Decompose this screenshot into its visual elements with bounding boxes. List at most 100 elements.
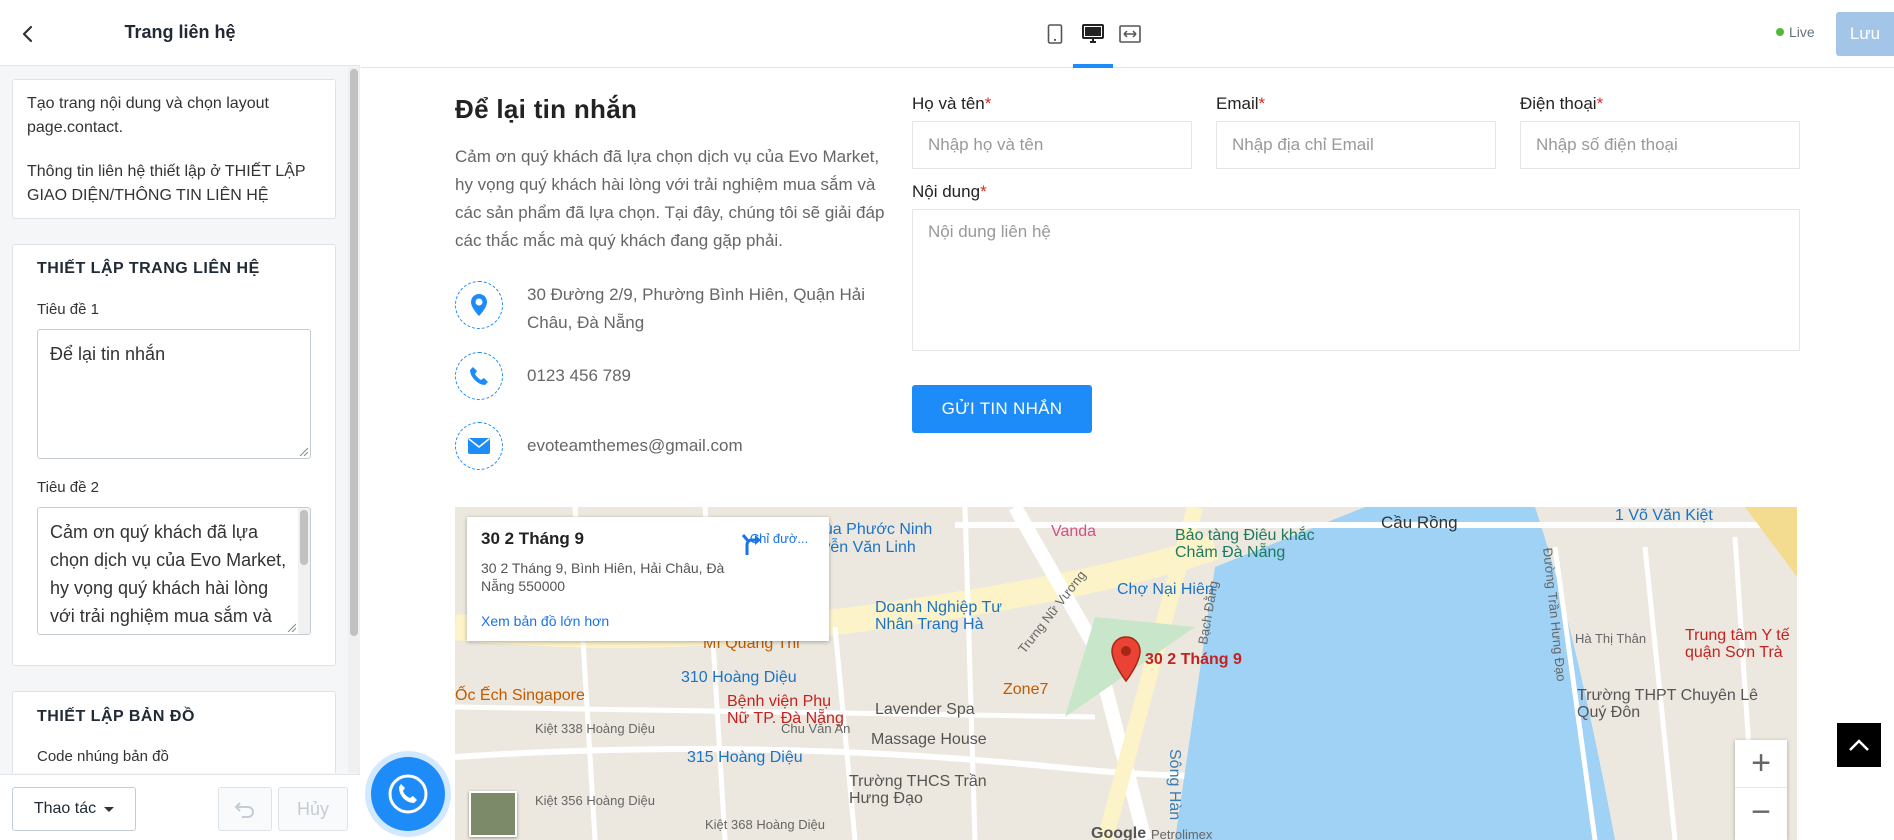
map-label-google: Google	[1091, 825, 1147, 840]
contact-address-row: 30 Đường 2/9, Phường Bình Hiên, Quận Hải…	[455, 281, 877, 337]
sidebar-scroll-area: Tạo trang nội dung và chọn layout page.c…	[0, 67, 346, 773]
map-label-kiet-338: Kiệt 338 Hoàng Diệu	[535, 721, 655, 736]
caret-down-icon	[104, 806, 115, 812]
sidebar-scroll-thumb[interactable]	[350, 69, 358, 636]
title2-label: Tiêu đề 2	[37, 479, 99, 496]
textarea-scroll-thumb[interactable]	[300, 510, 308, 565]
map-label-massage: Massage House	[871, 731, 987, 748]
map-place-card: 30 2 Tháng 9 30 2 Tháng 9, Bình Hiên, Hả…	[467, 517, 829, 641]
sidebar-footer: Thao tác Hủy	[0, 774, 360, 840]
send-message-button[interactable]: GỬI TIN NHẮN	[912, 385, 1092, 433]
map-label-315-hoang-dieu: 315 Hoàng Diệu	[687, 749, 803, 766]
device-desktop-button[interactable]	[1073, 0, 1113, 68]
map-label-museum: Bảo tàng Điêu khắc Chăm Đà Nẵng	[1175, 527, 1315, 561]
map-label-doanh-nghiep: Doanh Nghiệp Tư Nhân Trang Hà	[875, 599, 1002, 633]
map-place-title: 30 2 Tháng 9	[481, 529, 584, 548]
map-label-vanda: Vanda	[1051, 523, 1097, 540]
email-input[interactable]: Nhập địa chỉ Email	[1216, 121, 1496, 169]
message-label: Nội dung*	[912, 182, 987, 201]
map-label-310-hoang-dieu: 310 Hoàng Diệu	[681, 669, 797, 686]
map-directions-button[interactable]: Chỉ đườ...	[739, 531, 819, 555]
contact-settings-heading: THIẾT LẬP TRANG LIÊN HỆ	[37, 260, 260, 277]
map-larger-link[interactable]: Xem bản đồ lớn hơn	[481, 613, 609, 629]
map-satellite-toggle[interactable]	[469, 791, 517, 837]
map-zoom-control: + −	[1735, 740, 1787, 840]
map-label-song-han: Sông Hàn	[1166, 749, 1183, 821]
actions-label: Thao tác	[33, 800, 97, 817]
map-label-kiet-368: Kiệt 368 Hoàng Diệu	[705, 817, 825, 832]
note-text-1: Tạo trang nội dung và chọn layout page.c…	[27, 95, 269, 136]
undo-icon	[234, 802, 254, 818]
mobile-icon	[1047, 24, 1063, 44]
live-label: Live	[1789, 24, 1815, 40]
message-textarea[interactable]: Nội dung liên hệ	[912, 209, 1800, 351]
actions-dropdown-button[interactable]: Thao tác	[12, 787, 136, 831]
contact-settings-card: THIẾT LẬP TRANG LIÊN HỆ Tiêu đề 1 Để lại…	[12, 244, 336, 666]
fullwidth-icon	[1119, 25, 1141, 43]
contact-phone-row: 0123 456 789	[455, 352, 877, 400]
info-note-card: Tạo trang nội dung và chọn layout page.c…	[12, 79, 336, 219]
phone-label: Điện thoại*	[1520, 94, 1604, 113]
map-settings-card: THIẾT LẬP BẢN ĐỒ Code nhúng bản đồ	[12, 691, 336, 773]
device-mobile-button[interactable]	[1035, 0, 1075, 68]
map-label-zone7: Zone7	[1003, 681, 1049, 698]
title2-value: Cảm ơn quý khách đã lựa chọn dịch vụ của…	[50, 522, 287, 626]
preview-frame: Để lại tin nhắn Cảm ơn quý khách đã lựa …	[361, 69, 1894, 840]
map-label-thpt: Trường THPT Chuyên Lê Quý Đôn	[1577, 687, 1758, 721]
chevron-up-icon	[1849, 739, 1869, 751]
sidebar-title: Trang liên hệ	[124, 22, 236, 42]
sidebar-scrollbar[interactable]	[348, 67, 360, 773]
email-label: Email*	[1216, 94, 1266, 113]
sidebar: Trang liên hệ Tạo trang nội dung và chọn…	[0, 0, 360, 840]
contact-phone: 0123 456 789	[527, 366, 631, 385]
map-label-oc-ech: Ốc Ếch Singapore	[455, 687, 585, 704]
title1-label: Tiêu đề 1	[37, 301, 99, 318]
phone-icon	[455, 352, 503, 400]
contact-address: 30 Đường 2/9, Phường Bình Hiên, Quận Hải…	[527, 285, 866, 332]
sidebar-header: Trang liên hệ	[0, 0, 360, 66]
title1-value: Để lại tin nhắn	[50, 344, 166, 364]
back-icon[interactable]	[14, 20, 42, 48]
map-label-thcs: Trường THCS Trần Hưng Đạo	[849, 773, 987, 807]
resize-grip-icon[interactable]	[286, 622, 296, 632]
preview-toolbar: Live Lưu	[361, 0, 1894, 68]
map-embed[interactable]: chùa Phước Ninh Nguyễn Văn Linh Vanda Bả…	[455, 507, 1797, 840]
mail-icon	[455, 422, 503, 470]
map-pin-icon[interactable]	[1110, 635, 1142, 683]
textarea-scrollbar[interactable]	[298, 508, 310, 634]
map-label-lavender: Lavender Spa	[875, 701, 975, 718]
resize-grip-icon[interactable]	[298, 446, 308, 456]
zoom-in-button[interactable]: +	[1735, 740, 1787, 788]
map-label-kiet-356: Kiệt 356 Hoàng Diệu	[535, 793, 655, 808]
map-label-cho: Chợ Nại Hiên	[1117, 581, 1214, 598]
note-text-2: Thông tin liên hệ thiết lập ở THIẾT LẬP …	[27, 163, 306, 204]
contact-email: evoteamthemes@gmail.com	[527, 436, 743, 455]
back-to-top-button[interactable]	[1837, 723, 1881, 767]
name-input[interactable]: Nhập họ và tên	[912, 121, 1192, 169]
cancel-button[interactable]: Hủy	[278, 787, 348, 831]
title2-textarea[interactable]: Cảm ơn quý khách đã lựa chọn dịch vụ của…	[37, 507, 311, 635]
map-label-chu-van-an: Chu Văn An	[781, 721, 851, 736]
contact-email-row: evoteamthemes@gmail.com	[455, 422, 877, 470]
floating-call-button[interactable]	[371, 757, 445, 831]
map-settings-heading: THIẾT LẬP BẢN ĐỒ	[37, 708, 195, 725]
save-button[interactable]: Lưu	[1836, 12, 1894, 56]
title1-textarea[interactable]: Để lại tin nhắn	[37, 329, 311, 459]
device-fullwidth-button[interactable]	[1110, 0, 1150, 68]
location-icon	[455, 281, 503, 329]
map-label-petrolimex: Petrolimex	[1151, 827, 1213, 840]
map-label-trung-tam: Trung tâm Y tế quận Sơn Trà	[1685, 627, 1790, 661]
map-label-cau-rong: Cầu Rồng	[1381, 513, 1458, 532]
live-dot-icon	[1776, 28, 1784, 36]
contact-description: Cảm ơn quý khách đã lựa chọn dịch vụ của…	[455, 147, 885, 250]
contact-heading: Để lại tin nhắn	[455, 94, 638, 124]
map-pin-label: 30 2 Tháng 9	[1145, 651, 1242, 668]
desktop-icon	[1082, 24, 1104, 43]
map-place-address: 30 2 Tháng 9, Bình Hiên, Hải Châu, Đà Nẵ…	[481, 560, 725, 594]
undo-button[interactable]	[218, 787, 272, 831]
phone-input[interactable]: Nhập số điện thoại	[1520, 121, 1800, 169]
zoom-out-button[interactable]: −	[1735, 788, 1787, 836]
name-label: Họ và tên*	[912, 94, 992, 113]
live-status: Live	[1776, 24, 1815, 40]
map-label-vo-van-kiet: 1 Võ Văn Kiệt	[1615, 507, 1713, 524]
